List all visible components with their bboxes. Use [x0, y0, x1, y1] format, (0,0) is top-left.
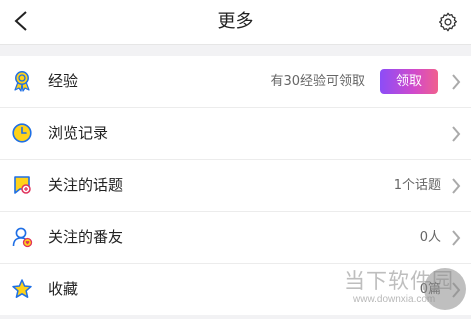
item-status: 0人: [419, 230, 441, 245]
topic-flag-icon: [11, 174, 33, 196]
page-title: 更多: [217, 11, 254, 32]
watermark-url: www.downxia.com: [353, 294, 436, 305]
item-label: 收藏: [48, 280, 79, 298]
user-heart-icon: [11, 226, 33, 248]
item-label: 浏览记录: [48, 124, 109, 142]
item-label: 经验: [48, 72, 79, 90]
clock-icon: [11, 122, 33, 144]
item-label: 关注的番友: [48, 228, 124, 246]
gear-icon: [439, 12, 457, 32]
chevron-right-icon: [449, 177, 463, 195]
item-status: 有30经验可领取: [270, 74, 365, 89]
top-bar: 更多: [0, 0, 471, 45]
chevron-right-icon: [449, 73, 463, 91]
settings-button[interactable]: [435, 9, 461, 35]
star-icon: [11, 278, 33, 300]
list-item-history[interactable]: 浏览记录: [0, 108, 471, 160]
list-item-friends[interactable]: 关注的番友 0人: [0, 212, 471, 264]
watermark-text: 当下软件园: [344, 269, 454, 293]
chevron-right-icon: [449, 125, 463, 143]
chevron-right-icon: [449, 229, 463, 247]
item-status: 1个话题: [393, 178, 441, 193]
watermark: 当下软件园 www.downxia.com: [296, 259, 471, 319]
list-item-experience[interactable]: 经验 有30经验可领取 领取: [0, 56, 471, 108]
list-item-topics[interactable]: 关注的话题 1个话题: [0, 160, 471, 212]
medal-icon: [11, 70, 33, 92]
claim-button[interactable]: 领取: [380, 69, 438, 94]
item-label: 关注的话题: [48, 176, 124, 194]
